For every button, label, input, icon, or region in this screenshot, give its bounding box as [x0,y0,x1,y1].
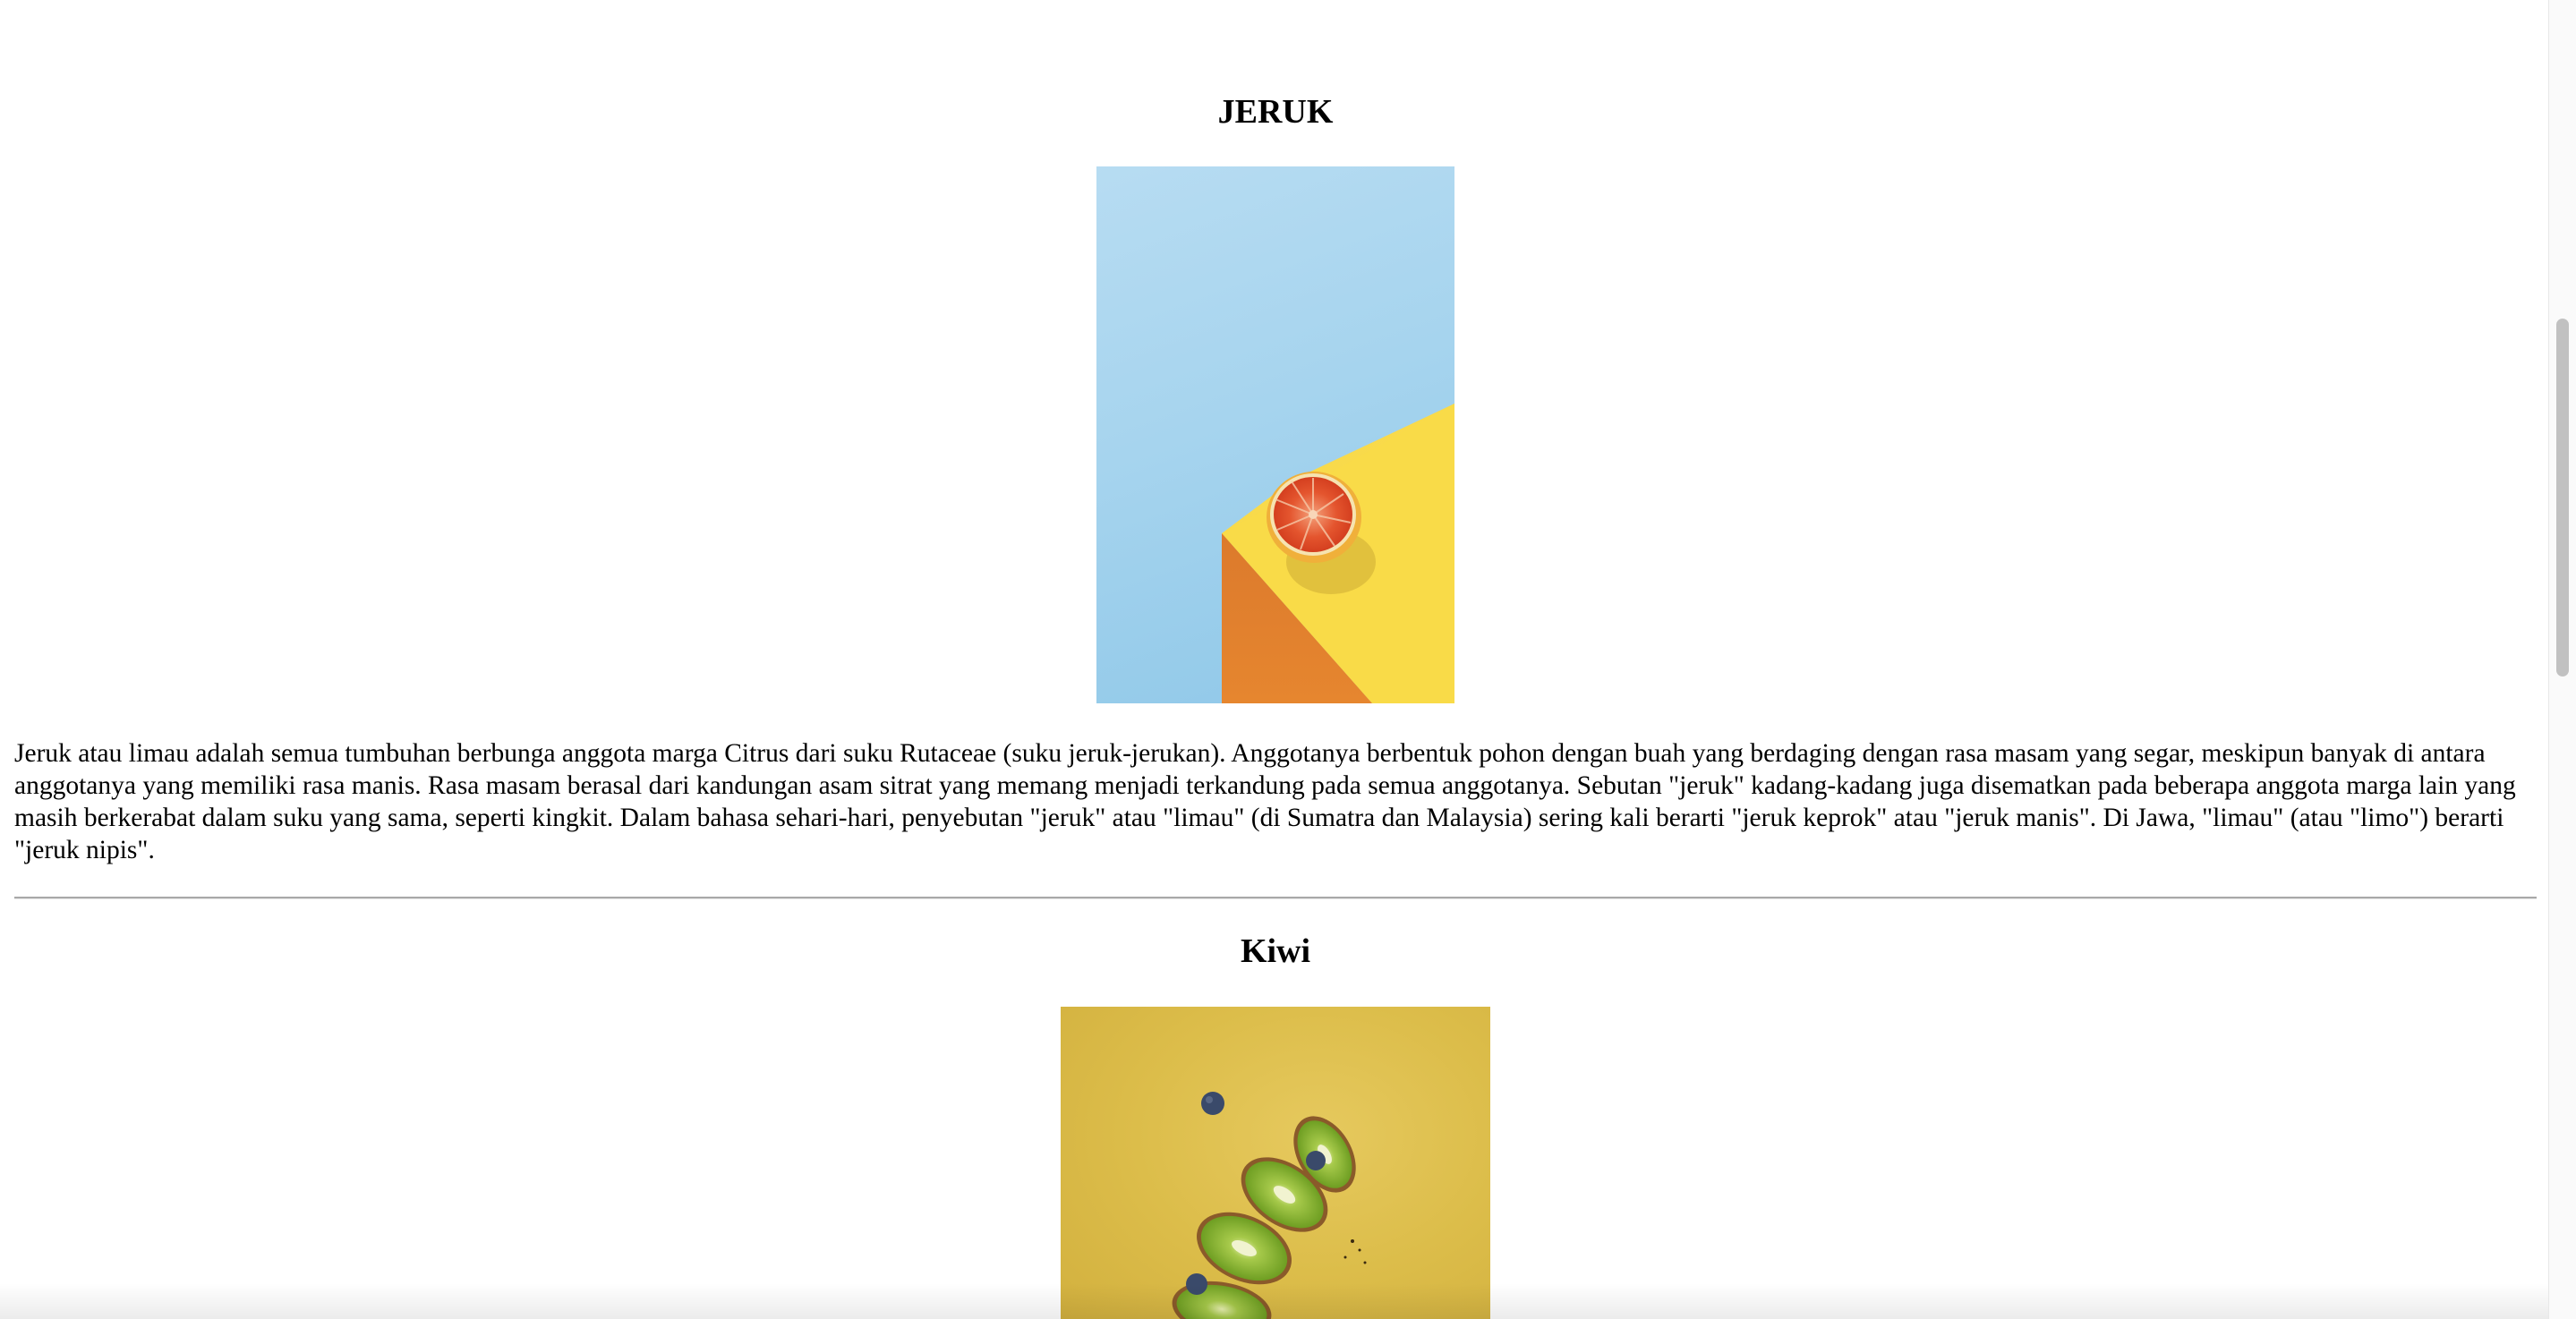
page: JERUK Jeruk atau limau adalah semua tumb… [0,0,2549,1319]
section-title-kiwi: Kiwi [1240,932,1311,970]
scrollbar-thumb[interactable] [2556,319,2569,677]
jeruk-image [1096,166,1454,703]
section-title-jeruk: JERUK [1217,93,1334,131]
grapefruit-illustration [1222,404,1454,703]
vertical-scrollbar[interactable] [2548,0,2576,1319]
jeruk-description: Jeruk atau limau adalah semua tumbuhan b… [14,739,2516,864]
section-divider [14,897,2537,899]
kiwi-illustration [1172,1092,1367,1319]
kiwi-image [1061,1007,1490,1319]
